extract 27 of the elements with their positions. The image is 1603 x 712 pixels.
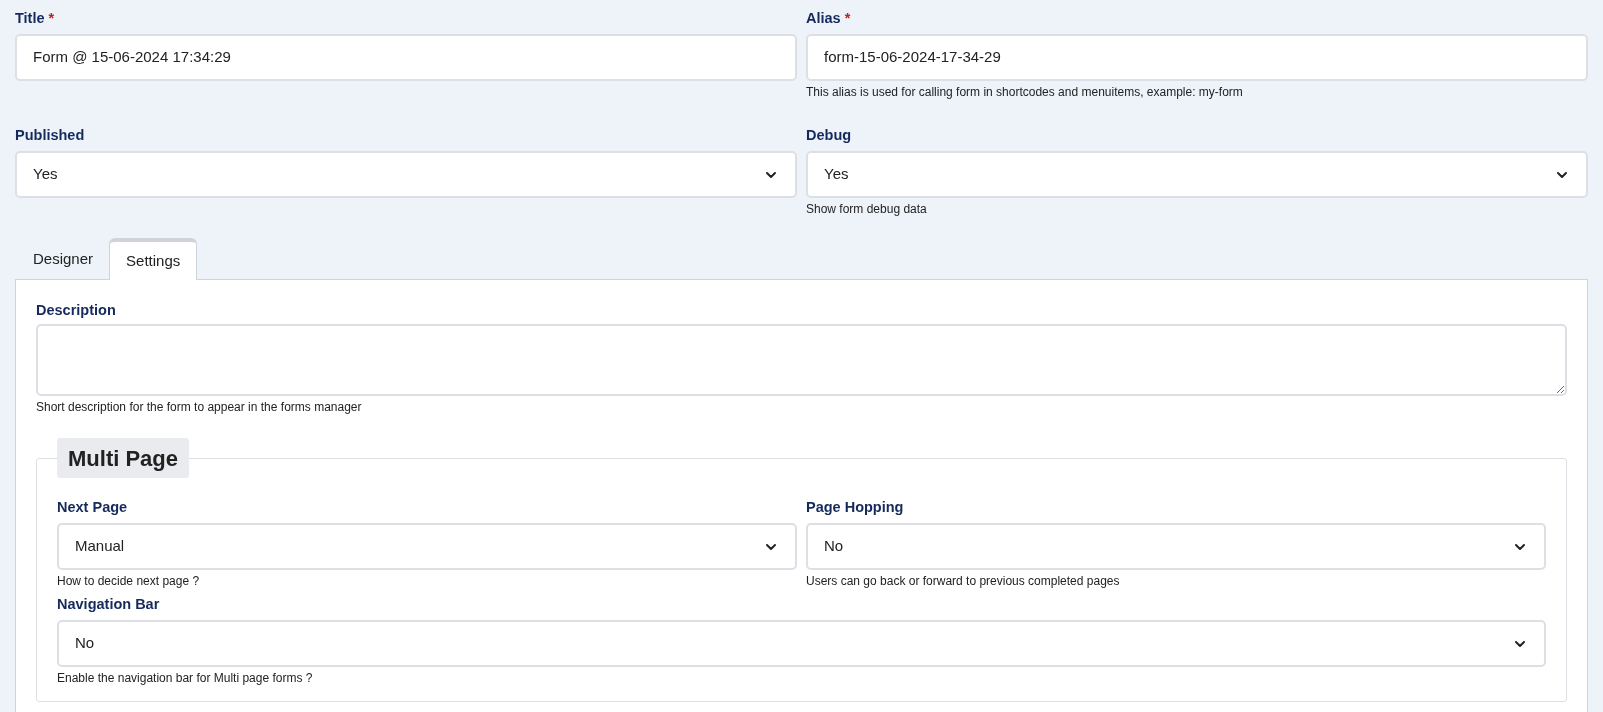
help-text: Show form debug data: [806, 201, 927, 218]
tab[interactable]: Settings: [109, 238, 198, 280]
select-field[interactable]: Manual: [57, 523, 797, 570]
field-label: Published: [15, 126, 85, 145]
help-text: Short description for the form to appear in the forms manager: [36, 399, 362, 416]
description-field[interactable]: [36, 324, 1567, 396]
required-mark: *: [48, 9, 55, 28]
select-field[interactable]: Yes: [806, 151, 1588, 198]
field-label: Title: [15, 9, 45, 28]
help-text: Users can go back or forward to previous completed pages: [806, 573, 1120, 590]
help-text: Enable the navigation bar for Multi page forms ?: [57, 670, 313, 687]
help-text: This alias is used for calling form in shortcodes and menuitems, example: my-form: [806, 84, 1243, 101]
help-text: How to decide next page ?: [57, 573, 200, 590]
field-label: Debug: [806, 126, 852, 145]
field-label: Navigation Bar: [57, 595, 160, 614]
select-field[interactable]: No: [57, 620, 1546, 667]
select-field[interactable]: No: [806, 523, 1546, 570]
text-field[interactable]: form-15-06-2024-17-34-29: [806, 34, 1588, 81]
select-field[interactable]: Yes: [15, 151, 797, 198]
text-field[interactable]: Form @ 15-06-2024 17:34:29: [15, 34, 797, 81]
field-label: Next Page: [57, 498, 128, 517]
field-label: Page Hopping: [806, 498, 904, 517]
field-label: Alias: [806, 9, 841, 28]
fieldset-legend: Multi Page: [57, 438, 189, 478]
tab[interactable]: Designer: [17, 239, 110, 279]
required-mark: *: [844, 9, 851, 28]
field-label: Description: [36, 302, 116, 318]
